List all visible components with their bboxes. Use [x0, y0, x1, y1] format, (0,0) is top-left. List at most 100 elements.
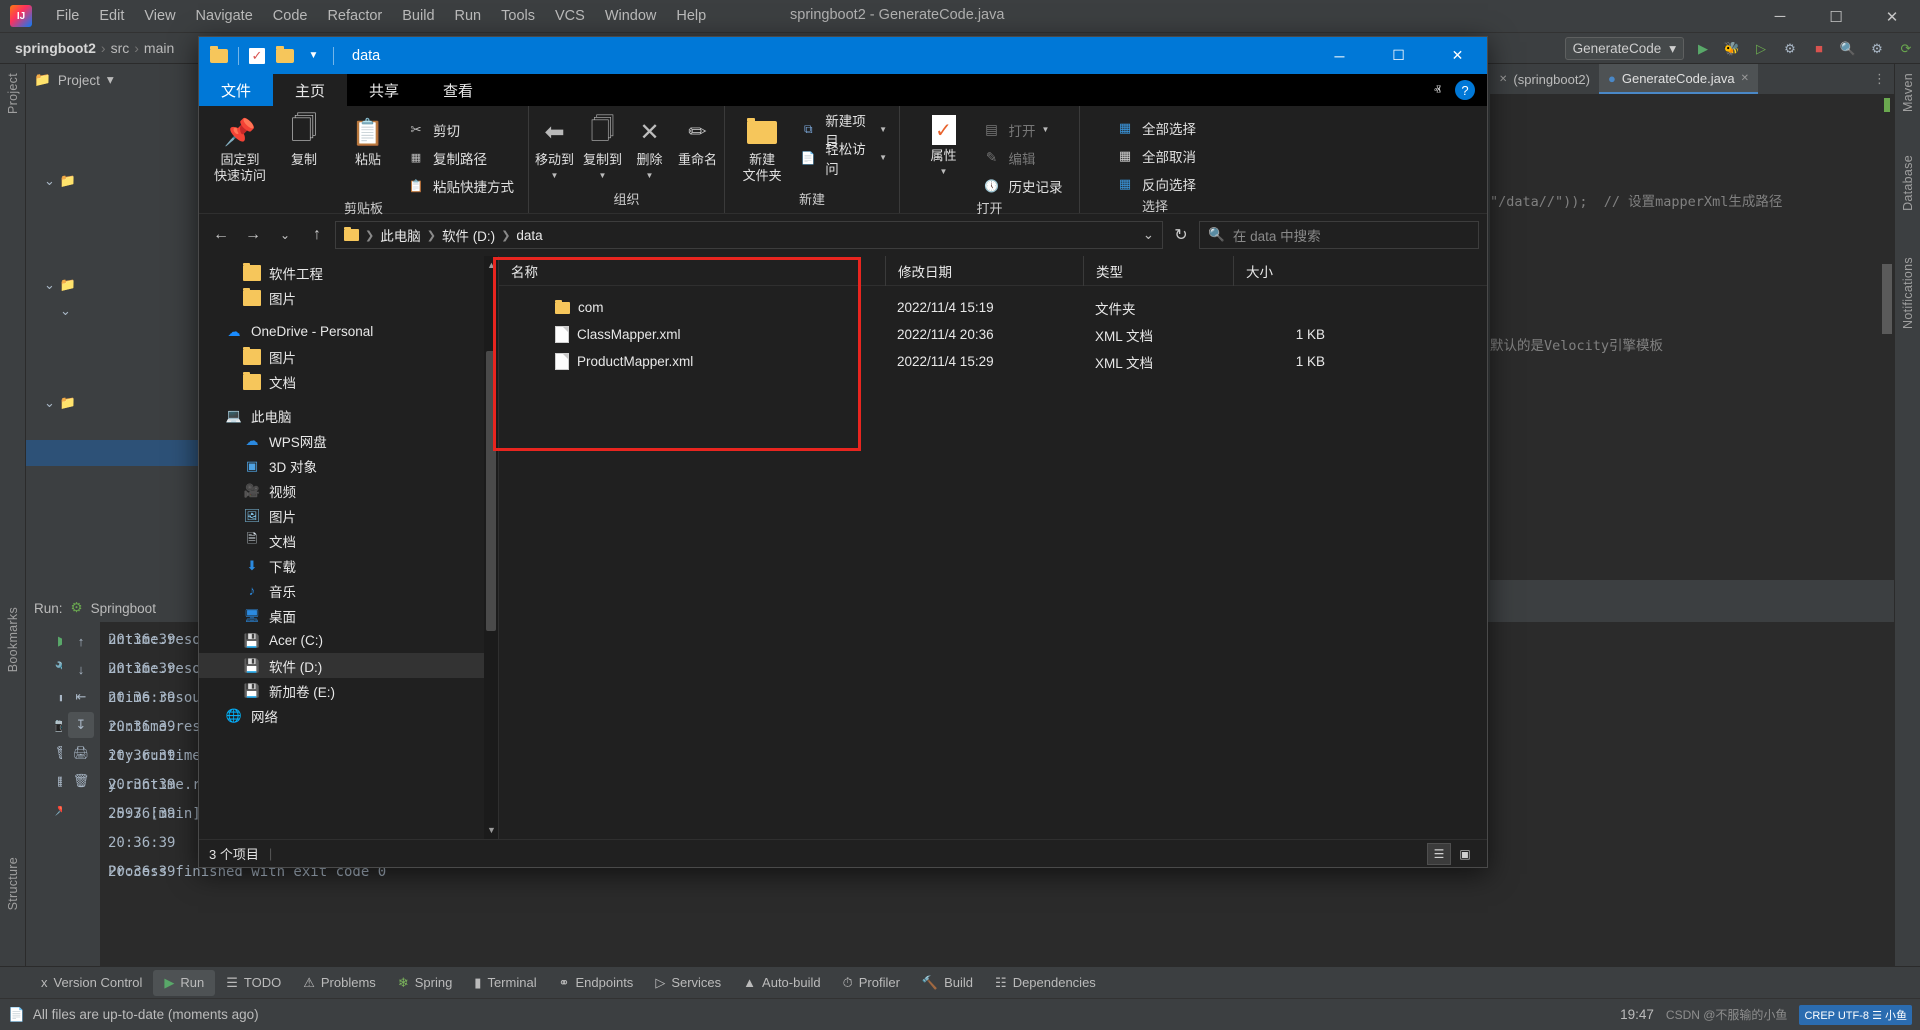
- explorer-maximize-button[interactable]: ☐: [1369, 37, 1428, 74]
- nav-item-drive-d[interactable]: 💾 软件 (D:): [199, 653, 498, 678]
- run-icon[interactable]: ▶: [1693, 39, 1713, 59]
- properties-button[interactable]: ✓ 属性 ▼: [913, 111, 975, 176]
- paste-button[interactable]: 📋 粘贴: [337, 111, 399, 168]
- ribbon-tab-home[interactable]: 主页: [273, 74, 348, 106]
- nav-item-desktop[interactable]: 🖥 桌面: [199, 603, 498, 628]
- menu-window[interactable]: Window: [595, 4, 667, 28]
- refresh-button[interactable]: ↻: [1167, 221, 1195, 249]
- project-tree-row[interactable]: ⌄ 📁: [26, 390, 200, 416]
- nav-scrollbar-thumb[interactable]: [486, 351, 496, 631]
- address-dropdown-icon[interactable]: ⌄: [1143, 227, 1154, 243]
- breadcrumb-src[interactable]: src: [106, 40, 135, 56]
- run-config-name[interactable]: Springboot: [91, 601, 156, 616]
- column-header-modified[interactable]: 修改日期: [885, 256, 1083, 286]
- stop-icon[interactable]: ■: [1809, 39, 1829, 59]
- project-tree-row-selected[interactable]: [26, 440, 200, 466]
- tool-window-notifications[interactable]: Notifications: [1901, 254, 1915, 332]
- chevron-down-icon[interactable]: ▼: [551, 171, 559, 180]
- column-header-type[interactable]: 类型: [1083, 256, 1233, 286]
- search-box[interactable]: 🔍 在 data 中搜索: [1199, 221, 1479, 249]
- ide-minimize-button[interactable]: ─: [1752, 0, 1808, 33]
- bottom-tab-terminal[interactable]: ▮ Terminal: [463, 970, 547, 996]
- menu-navigate[interactable]: Navigate: [186, 4, 263, 28]
- history-button[interactable]: 🕔 历史记录: [977, 173, 1067, 198]
- pin-to-quick-access-button[interactable]: 📌 固定到 快速访问: [209, 111, 271, 184]
- ribbon-tab-view[interactable]: 查看: [421, 74, 495, 106]
- open-button[interactable]: ▤ 打开 ▼: [977, 117, 1067, 142]
- bottom-tab-services[interactable]: ▷ Services: [644, 970, 732, 996]
- new-folder-button[interactable]: 新建 文件夹: [733, 111, 791, 184]
- scroll-to-end-icon[interactable]: ↧: [68, 712, 94, 738]
- nav-item-3d-objects[interactable]: ▣ 3D 对象: [199, 453, 498, 478]
- menu-tools[interactable]: Tools: [491, 4, 545, 28]
- breadcrumb-main[interactable]: main: [139, 40, 179, 56]
- details-view-icon[interactable]: ☰: [1427, 842, 1451, 865]
- paste-shortcut-button[interactable]: 📋 粘贴快捷方式: [401, 173, 518, 198]
- bottom-tab-version-control[interactable]: x Version Control: [30, 970, 153, 996]
- nav-item-wps-cloud[interactable]: ☁ WPS网盘: [199, 428, 498, 453]
- dropdown-icon[interactable]: ▼: [304, 47, 323, 64]
- nav-item-software-engineering[interactable]: 软件工程: [199, 260, 498, 285]
- nav-item-onedrive-documents[interactable]: 文档: [199, 369, 498, 394]
- invert-selection-button[interactable]: ▦ 反向选择: [1110, 171, 1200, 196]
- address-crumb-this-pc[interactable]: 此电脑: [380, 225, 421, 245]
- collapse-ribbon-icon[interactable]: ⱏ: [1434, 82, 1441, 99]
- menu-edit[interactable]: Edit: [89, 4, 134, 28]
- checkbox-icon[interactable]: ✓: [249, 47, 265, 64]
- bottom-tab-build[interactable]: 🔨 Build: [911, 970, 984, 996]
- coverage-icon[interactable]: ▷: [1751, 39, 1771, 59]
- recent-locations-button[interactable]: ⌄: [271, 221, 299, 249]
- easy-access-button[interactable]: 📄 轻松访问 ▼: [793, 142, 891, 177]
- menu-file[interactable]: File: [46, 4, 89, 28]
- copy-to-button[interactable]: 🗍 复制到 ▼: [580, 111, 626, 181]
- file-row-com[interactable]: com 2022/11/4 15:19 文件夹: [499, 294, 1487, 321]
- explorer-file-list[interactable]: 名称 修改日期 类型 大小 com 2022/11/4 15:19 文件夹 Cl…: [493, 256, 1487, 839]
- nav-scrollbar[interactable]: ▲ ▼: [484, 256, 498, 839]
- ide-editor[interactable]: "/data//")); // 设置mapperXml生成路径 默认的是Velo…: [1490, 94, 1894, 580]
- copy-path-button[interactable]: ▦ 复制路径: [401, 145, 518, 170]
- bottom-tab-run[interactable]: ▶ Run: [153, 969, 216, 996]
- tool-window-maven[interactable]: Maven: [1901, 70, 1915, 115]
- column-header-size[interactable]: 大小: [1233, 256, 1343, 286]
- explorer-title-bar[interactable]: ✓ ▼ data ─ ☐ ✕: [199, 37, 1487, 74]
- explorer-minimize-button[interactable]: ─: [1310, 37, 1369, 74]
- column-header-name[interactable]: 名称: [499, 256, 885, 286]
- tool-window-bookmarks[interactable]: Bookmarks: [6, 604, 20, 675]
- chevron-down-icon[interactable]: ▼: [599, 171, 607, 180]
- large-icons-view-icon[interactable]: ▣: [1453, 843, 1477, 865]
- nav-item-pictures-local[interactable]: 图片: [199, 285, 498, 310]
- nav-item-network[interactable]: 🌐 网络: [199, 703, 498, 728]
- project-tree-row[interactable]: ⌄ 📁: [26, 272, 200, 298]
- chevron-down-icon[interactable]: ▼: [940, 167, 948, 176]
- address-crumb-data[interactable]: data: [516, 228, 542, 243]
- nav-item-downloads[interactable]: ⬇ 下载: [199, 553, 498, 578]
- bottom-tab-auto-build[interactable]: ▲ Auto-build: [732, 970, 831, 996]
- bottom-tab-endpoints[interactable]: ⚭ Endpoints: [548, 970, 645, 996]
- chevron-down-icon[interactable]: ▼: [879, 125, 887, 134]
- menu-refactor[interactable]: Refactor: [317, 4, 392, 28]
- ide-close-button[interactable]: ✕: [1864, 0, 1920, 33]
- nav-item-onedrive[interactable]: ☁ OneDrive - Personal: [199, 319, 498, 344]
- rename-button[interactable]: ✏ 重命名: [674, 111, 722, 168]
- more-tabs-icon[interactable]: ⋮: [1873, 71, 1886, 87]
- project-panel-header[interactable]: 📁 Project ▾: [26, 64, 200, 96]
- nav-item-videos[interactable]: 🎥 视频: [199, 478, 498, 503]
- help-icon[interactable]: ?: [1455, 80, 1475, 100]
- cut-button[interactable]: ✂ 剪切: [401, 117, 518, 142]
- forward-button[interactable]: →: [239, 221, 267, 249]
- folder-icon[interactable]: [275, 45, 294, 64]
- ide-maximize-button[interactable]: ☐: [1808, 0, 1864, 33]
- nav-item-pictures[interactable]: 🖼 图片: [199, 503, 498, 528]
- project-tree-row[interactable]: ⌄: [26, 298, 200, 324]
- scroll-up-icon[interactable]: ↑: [68, 628, 94, 654]
- scroll-down-icon[interactable]: ▼: [487, 825, 496, 835]
- explorer-close-button[interactable]: ✕: [1428, 37, 1487, 74]
- file-row-productmapper[interactable]: ProductMapper.xml 2022/11/4 15:29 XML 文档…: [499, 348, 1487, 375]
- nav-item-music[interactable]: ♪ 音乐: [199, 578, 498, 603]
- chevron-down-icon[interactable]: ▼: [879, 153, 887, 162]
- bottom-tab-spring[interactable]: ❄ Spring: [387, 970, 463, 996]
- back-button[interactable]: ←: [207, 221, 235, 249]
- project-tree-row[interactable]: ⌄ 📁: [26, 168, 200, 194]
- chevron-down-icon[interactable]: ▼: [1042, 125, 1050, 134]
- explorer-navigation-pane[interactable]: 软件工程 图片 ☁ OneDrive - Personal 图片 文档 💻 此电…: [199, 256, 499, 839]
